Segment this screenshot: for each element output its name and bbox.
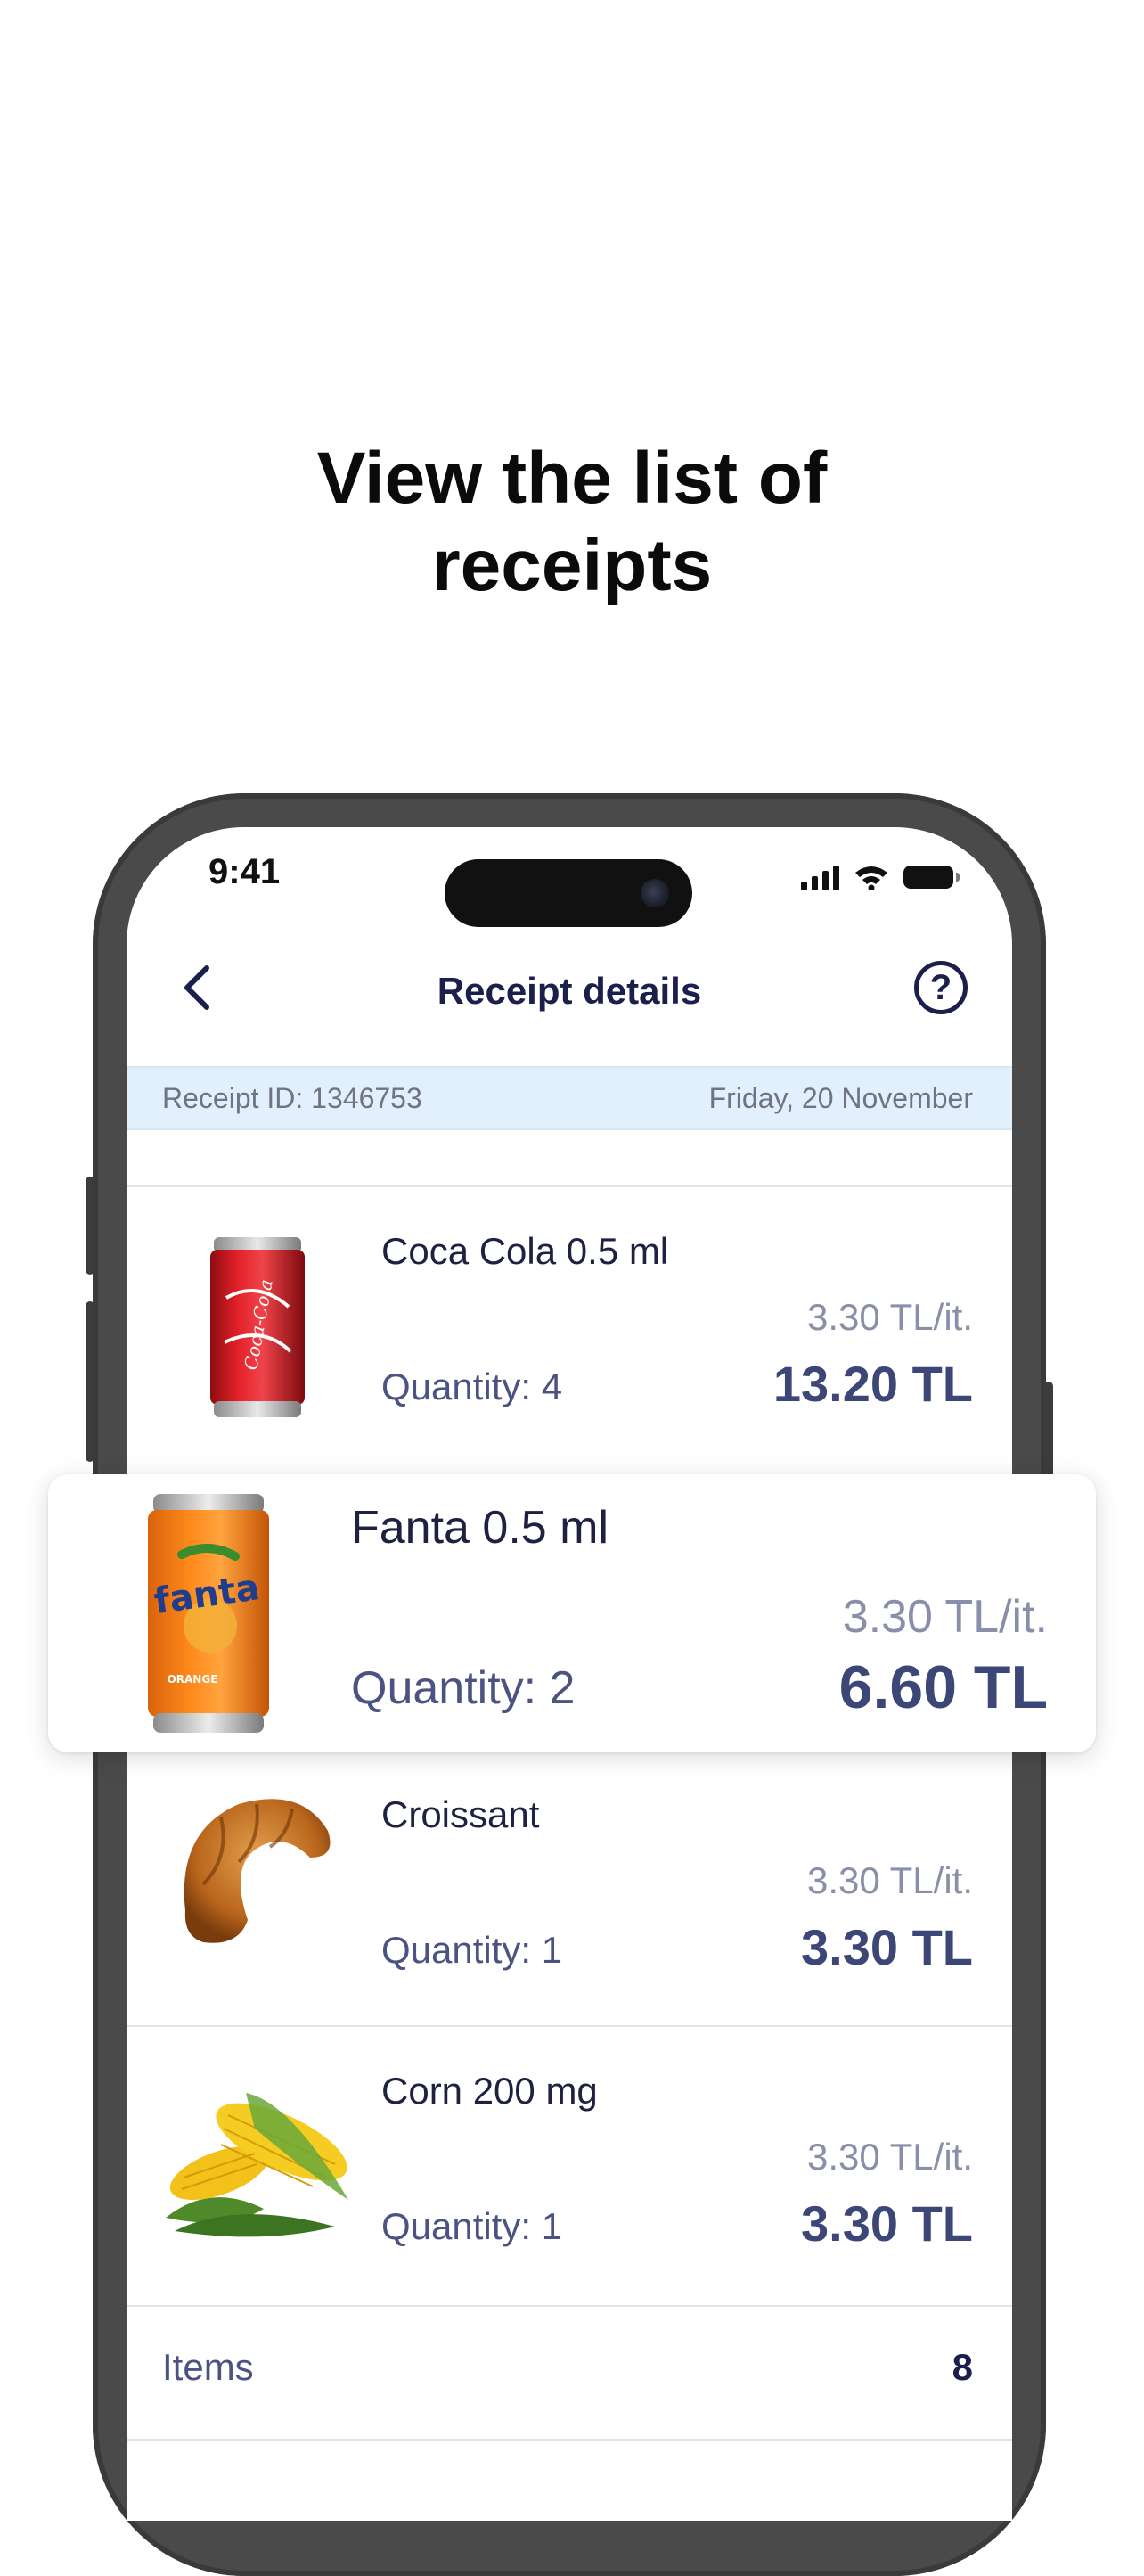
croissant-image <box>184 1799 331 1943</box>
headline-line-2: receipts <box>431 525 713 606</box>
item-name: Corn 200 mg <box>381 2070 598 2112</box>
svg-text:ORANGE: ORANGE <box>168 1673 218 1686</box>
dynamic-island <box>445 859 692 927</box>
question-circle-icon: ? <box>929 968 952 1007</box>
page-title: Receipt details <box>437 970 702 1012</box>
highlighted-list-item[interactable]: fanta ORANGE Fanta 0.5 ml 3.30 TL/it. Qu… <box>48 1474 1096 1752</box>
status-icons <box>801 859 960 895</box>
divider <box>127 2439 1012 2441</box>
summary-row: Items 8 <box>127 2307 1012 2432</box>
list-item[interactable]: Coca-Cola Coca Cola 0.5 ml 3.30 TL/it. Q… <box>127 1187 1012 1464</box>
volume-button <box>86 1177 94 1275</box>
camera-icon <box>641 879 669 907</box>
items-count-label: Items <box>162 2346 254 2388</box>
battery-icon <box>903 866 960 889</box>
corn-image <box>166 2093 348 2237</box>
item-unit-price: 3.30 TL/it. <box>806 1859 973 1901</box>
item-unit-price: 3.30 TL/it. <box>806 1296 973 1338</box>
help-button[interactable]: ? <box>914 961 968 1014</box>
coca-cola-can-image: Coca-Cola <box>210 1237 305 1417</box>
item-total: 3.30 TL <box>801 2195 973 2252</box>
receipt-info-bar: Receipt ID: 1346753 Friday, 20 November <box>127 1066 1012 1130</box>
item-quantity: Quantity: 1 <box>381 1929 563 1971</box>
list-item[interactable]: Croissant 3.30 TL/it. Quantity: 1 3.30 T… <box>127 1751 1012 2027</box>
list-item[interactable]: Corn 200 mg 3.30 TL/it. Quantity: 1 3.30… <box>127 2027 1012 2303</box>
item-quantity: Quantity: 4 <box>381 1366 563 1407</box>
item-quantity: Quantity: 1 <box>381 2205 563 2247</box>
receipt-id: Receipt ID: 1346753 <box>162 1082 422 1114</box>
item-unit-price: 3.30 TL/it. <box>842 1591 1048 1643</box>
item-name: Coca Cola 0.5 ml <box>381 1230 669 1272</box>
wifi-icon <box>855 866 887 890</box>
signal-icon <box>801 864 839 890</box>
item-name: Croissant <box>381 1793 540 1835</box>
item-total: 13.20 TL <box>772 1356 973 1412</box>
fanta-can-image: fanta ORANGE <box>148 1494 269 1733</box>
headline-line-1: View the list of <box>316 438 828 519</box>
items-count-value: 8 <box>952 2346 973 2388</box>
item-total: 6.60 TL <box>838 1653 1048 1721</box>
volume-button <box>86 1301 94 1462</box>
item-quantity: Quantity: 2 <box>351 1662 576 1714</box>
item-unit-price: 3.30 TL/it. <box>806 2136 973 2178</box>
headline: View the list of receipts <box>0 435 1144 610</box>
item-total: 3.30 TL <box>801 1919 973 1975</box>
item-name: Fanta 0.5 ml <box>351 1502 609 1554</box>
receipt-date: Friday, 20 November <box>708 1082 973 1114</box>
status-time: 9:41 <box>208 852 281 891</box>
